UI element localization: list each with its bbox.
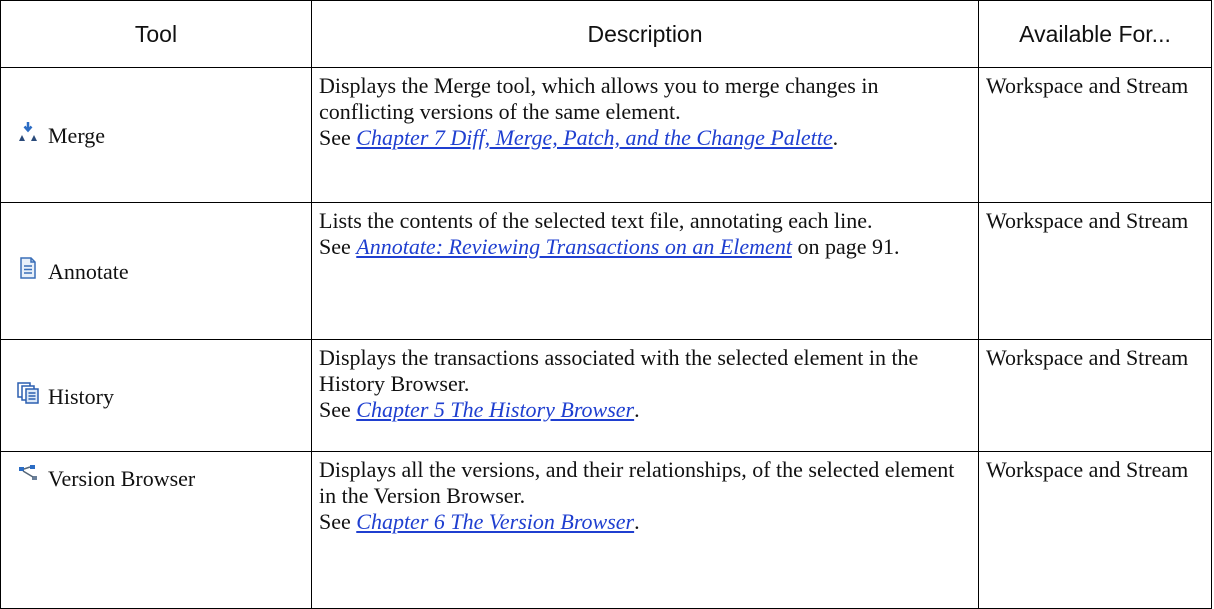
see-prefix: See	[319, 397, 357, 422]
description-text: Displays the Merge tool, which allows yo…	[319, 73, 879, 124]
tool-cell: History	[0, 339, 312, 452]
table-row: Merge Displays the Merge tool, which all…	[0, 67, 1212, 203]
tool-name: History	[48, 383, 114, 409]
see-prefix: See	[319, 125, 357, 150]
tool-name: Merge	[48, 123, 106, 149]
available-cell: Workspace and Stream	[978, 451, 1212, 609]
description-cell: Lists the contents of the selected text …	[311, 202, 979, 340]
link-suffix: on page 91.	[791, 234, 900, 259]
see-prefix: See	[319, 509, 357, 534]
link-suffix: .	[634, 509, 640, 534]
history-icon	[17, 382, 39, 404]
header-available-for: Available For...	[978, 0, 1212, 68]
tool-cell: Annotate	[0, 202, 312, 340]
tool-name: Annotate	[48, 259, 129, 285]
merge-icon	[17, 121, 39, 143]
header-tool: Tool	[0, 0, 312, 68]
header-row: Tool Description Available For...	[0, 0, 1212, 68]
see-prefix: See	[319, 234, 357, 259]
table-row: History Displays the transactions associ…	[0, 339, 1212, 452]
description-text: Displays all the versions, and their rel…	[319, 457, 955, 508]
description-cell: Displays the Merge tool, which allows yo…	[311, 67, 979, 203]
description-cell: Displays all the versions, and their rel…	[311, 451, 979, 609]
chapter-7-link[interactable]: Chapter 7 Diff, Merge, Patch, and the Ch…	[356, 125, 832, 150]
link-suffix: .	[634, 397, 640, 422]
tool-cell: Merge	[0, 67, 312, 203]
document-icon	[17, 257, 39, 280]
table-row: Version Browser Displays all the version…	[0, 451, 1212, 609]
annotate-link[interactable]: Annotate: Reviewing Transactions on an E…	[356, 234, 792, 259]
tool-name: Version Browser	[48, 465, 196, 491]
chapter-6-link[interactable]: Chapter 6 The Version Browser	[356, 509, 634, 534]
tool-cell: Version Browser	[0, 451, 312, 609]
version-tree-icon	[17, 464, 39, 486]
description-cell: Displays the transactions associated wit…	[311, 339, 979, 452]
table-row: Annotate Lists the contents of the selec…	[0, 202, 1212, 340]
available-cell: Workspace and Stream	[978, 339, 1212, 452]
available-cell: Workspace and Stream	[978, 67, 1212, 203]
chapter-5-link[interactable]: Chapter 5 The History Browser	[356, 397, 634, 422]
description-text: Displays the transactions associated wit…	[319, 345, 919, 396]
tools-table: Tool Description Available For... Merge …	[0, 0, 1212, 609]
header-description: Description	[311, 0, 979, 68]
available-cell: Workspace and Stream	[978, 202, 1212, 340]
description-text: Lists the contents of the selected text …	[319, 208, 873, 233]
link-suffix: .	[832, 125, 839, 150]
